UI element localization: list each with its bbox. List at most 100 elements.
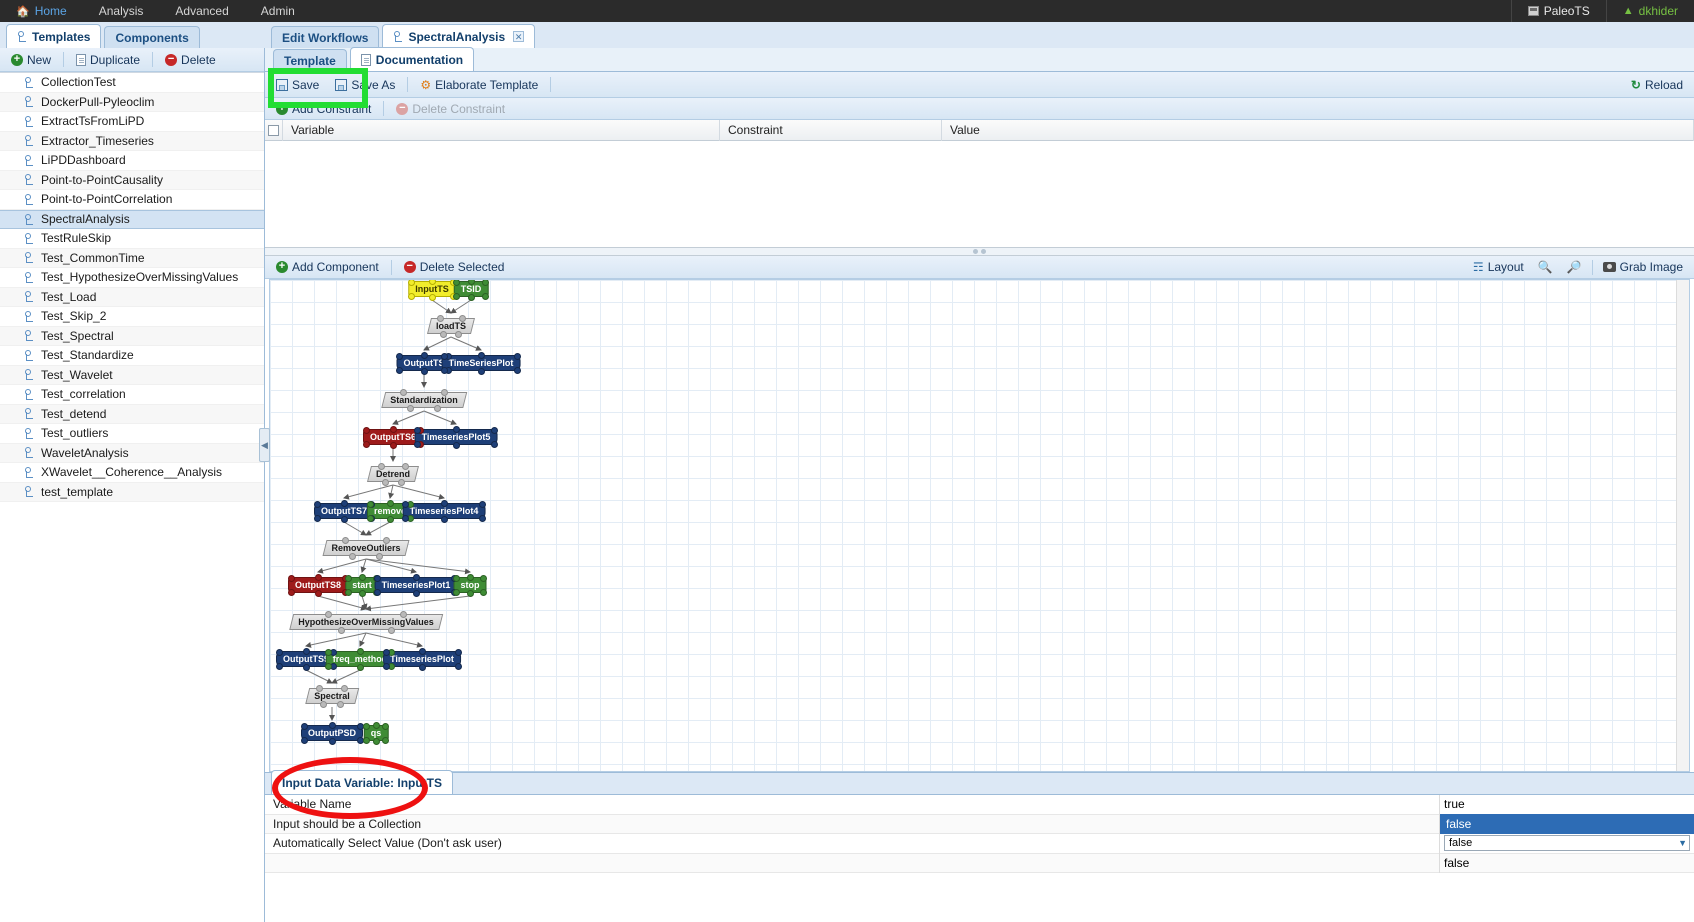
node-port[interactable] [453, 280, 460, 286]
node-port[interactable] [325, 610, 332, 618]
user-menu[interactable]: ▲ dkhider [1605, 0, 1694, 22]
node-port[interactable] [440, 499, 448, 507]
template-list-item[interactable]: Point-to-PointCausality [0, 170, 264, 190]
workflow-component-node[interactable]: RemoveOutliers [322, 540, 410, 556]
property-value-cell[interactable]: false [1439, 814, 1694, 834]
node-port[interactable] [363, 722, 370, 730]
column-header-variable[interactable]: Variable [283, 119, 720, 141]
workflow-canvas-container[interactable]: InputTS TSID loadTS OutputTS TimeSeriesPlot S… [269, 279, 1690, 772]
node-port[interactable] [452, 425, 460, 433]
node-port[interactable] [382, 736, 389, 744]
node-port[interactable] [386, 515, 394, 523]
tab-input-data-variable[interactable]: Input Data Variable: InputTS [271, 770, 454, 794]
node-port[interactable] [479, 500, 486, 508]
node-port[interactable] [491, 440, 498, 448]
node-port[interactable] [454, 330, 462, 338]
node-port[interactable] [452, 441, 460, 449]
workflow-component-node[interactable]: Detrend [366, 466, 420, 482]
node-port[interactable] [482, 292, 489, 300]
node-port[interactable] [418, 663, 426, 671]
node-port[interactable] [428, 293, 436, 301]
node-port[interactable] [377, 462, 385, 470]
select-all-cell[interactable] [265, 119, 283, 141]
node-port[interactable] [389, 425, 397, 433]
node-port[interactable] [454, 648, 462, 656]
node-port[interactable] [275, 648, 283, 656]
node-port[interactable] [356, 647, 364, 655]
node-port[interactable] [407, 280, 415, 286]
workflow-component-node[interactable]: Standardization [381, 392, 467, 408]
workflow-component-node[interactable]: Spectral [305, 688, 359, 704]
node-port[interactable] [434, 404, 442, 412]
node-port[interactable] [467, 293, 475, 301]
reload-button[interactable]: ↻ Reload [1624, 76, 1690, 94]
nav-item-analysis[interactable]: Analysis [83, 0, 160, 22]
template-list-item[interactable]: Test_detend [0, 404, 264, 424]
node-port[interactable] [325, 648, 332, 656]
node-port[interactable] [479, 514, 486, 522]
node-port[interactable] [374, 574, 381, 582]
node-port[interactable] [341, 536, 349, 544]
template-list-item[interactable]: Test_Standardize [0, 346, 264, 366]
template-list-item[interactable]: SpectralAnalysis [0, 209, 264, 229]
node-port[interactable] [314, 573, 322, 581]
node-port[interactable] [453, 574, 460, 582]
node-port[interactable] [389, 441, 397, 449]
property-row[interactable]: Automatically Select Value (Don't ask us… [265, 833, 1694, 854]
tab-templates[interactable]: Templates [6, 24, 102, 48]
node-port[interactable] [466, 589, 474, 597]
node-port[interactable] [366, 500, 374, 508]
node-port[interactable] [381, 478, 389, 486]
node-port[interactable] [300, 736, 308, 744]
constraints-grid-body[interactable] [265, 141, 1694, 248]
property-select[interactable]: false ▼ [1444, 835, 1690, 852]
delete-constraint-button[interactable]: − Delete Constraint [389, 100, 512, 118]
workspace-selector[interactable]: PaleoTS [1510, 0, 1606, 22]
node-port[interactable] [287, 574, 295, 582]
node-port[interactable] [414, 426, 421, 434]
save-button[interactable]: Save [269, 76, 326, 94]
node-port[interactable] [302, 647, 310, 655]
zoom-out-button[interactable]: 🔎 [1560, 258, 1589, 276]
workflow-component-node[interactable]: loadTS [426, 318, 476, 334]
node-port[interactable] [358, 589, 366, 597]
nav-item-home[interactable]: 🏠 Home [0, 0, 83, 22]
template-list-item[interactable]: ExtractTsFromLiPD [0, 112, 264, 132]
template-list-item[interactable]: Test_correlation [0, 385, 264, 405]
node-port[interactable] [458, 314, 466, 322]
template-list-item[interactable]: Point-to-PointCorrelation [0, 190, 264, 210]
node-port[interactable] [418, 647, 426, 655]
duplicate-button[interactable]: Duplicate [69, 51, 147, 69]
property-row[interactable]: Variable Name true [265, 794, 1694, 815]
template-list-item[interactable]: TestRuleSkip [0, 229, 264, 249]
template-list-item[interactable]: LiPDDashboard [0, 151, 264, 171]
node-port[interactable] [325, 662, 332, 670]
template-list-item[interactable]: DockerPull-Pyleoclim [0, 92, 264, 112]
node-port[interactable] [406, 404, 414, 412]
node-port[interactable] [466, 573, 474, 581]
template-list-item[interactable]: Test_Skip_2 [0, 307, 264, 327]
delete-button[interactable]: − Delete [158, 51, 223, 69]
chevron-down-icon[interactable]: ▼ [1678, 838, 1687, 848]
zoom-in-button[interactable]: 🔍 [1531, 258, 1560, 276]
node-port[interactable] [314, 589, 322, 597]
subtab-documentation[interactable]: Documentation [349, 47, 475, 71]
node-port[interactable] [336, 700, 344, 708]
node-port[interactable] [441, 388, 448, 396]
node-port[interactable] [420, 351, 428, 359]
node-port[interactable] [344, 588, 352, 596]
node-port[interactable] [453, 292, 460, 300]
template-list-item[interactable]: WaveletAnalysis [0, 443, 264, 463]
node-port[interactable] [382, 722, 389, 730]
node-port[interactable] [480, 574, 487, 582]
template-list-item[interactable]: Test_outliers [0, 424, 264, 444]
node-port[interactable] [420, 367, 428, 375]
node-port[interactable] [396, 366, 403, 374]
node-port[interactable] [383, 536, 391, 544]
new-button[interactable]: + New [4, 51, 58, 69]
column-header-value[interactable]: Value [942, 119, 1694, 141]
node-port[interactable] [382, 648, 390, 656]
node-port[interactable] [467, 280, 475, 285]
node-port[interactable] [382, 662, 390, 670]
template-list-item[interactable]: Test_Spectral [0, 326, 264, 346]
